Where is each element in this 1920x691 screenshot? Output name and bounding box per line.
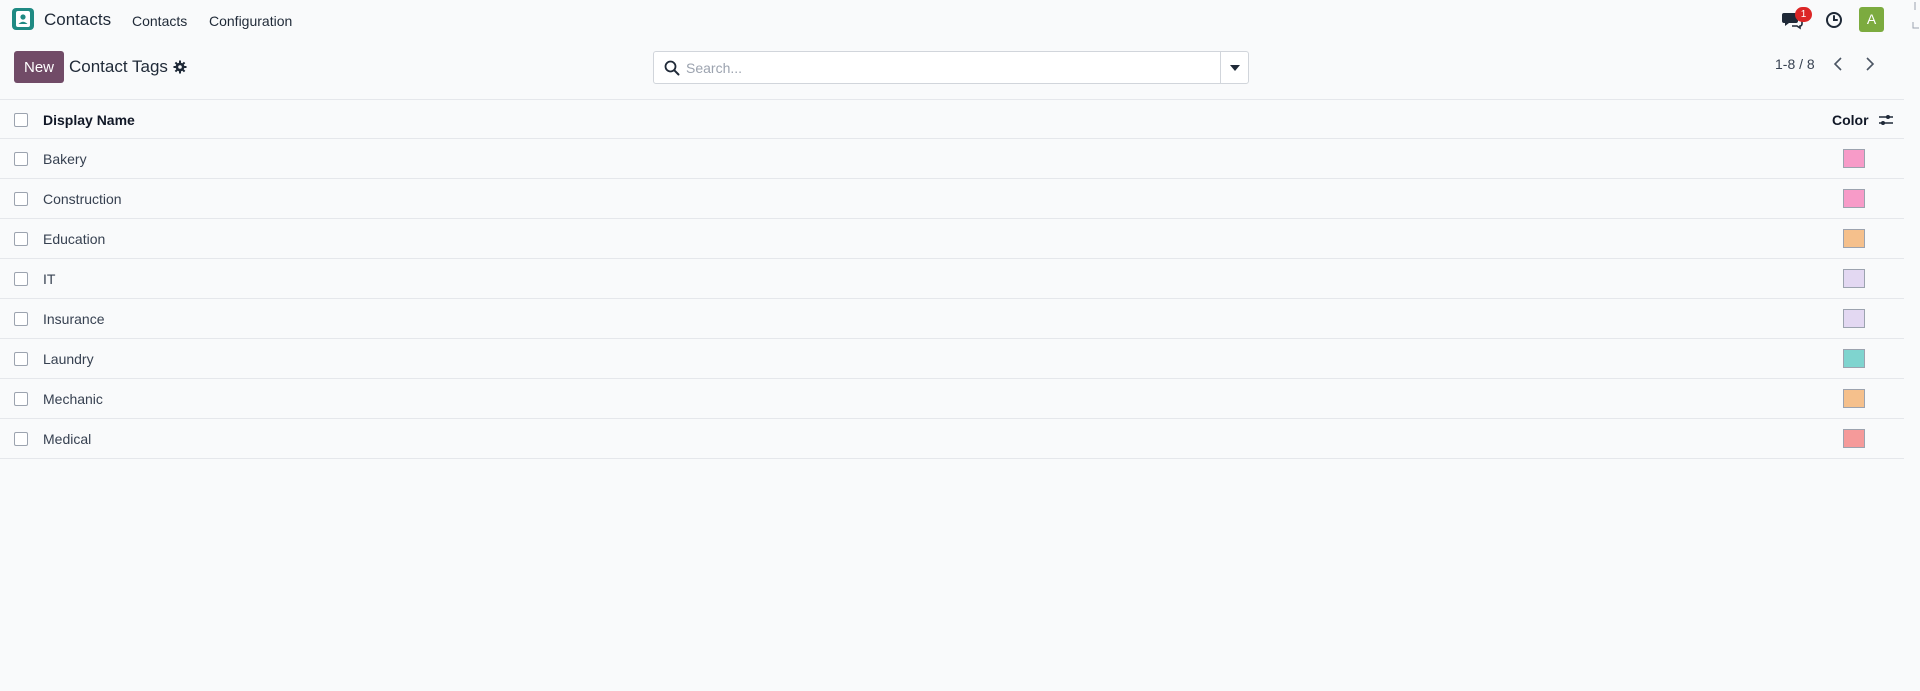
table-row[interactable]: Mechanic — [0, 379, 1904, 419]
menu-contacts[interactable]: Contacts — [132, 13, 187, 29]
list-header: Display Name Color — [0, 99, 1904, 139]
color-swatch[interactable] — [1843, 429, 1865, 448]
menu-configuration[interactable]: Configuration — [209, 13, 292, 29]
clock-icon[interactable] — [1825, 11, 1843, 29]
row-name[interactable]: Medical — [43, 431, 91, 447]
row-name[interactable]: Mechanic — [43, 391, 103, 407]
row-name[interactable]: Insurance — [43, 311, 104, 327]
column-display-name[interactable]: Display Name — [43, 112, 135, 128]
color-swatch[interactable] — [1843, 229, 1865, 248]
row-checkbox[interactable] — [14, 232, 28, 246]
table-row[interactable]: Bakery — [0, 139, 1904, 179]
row-checkbox[interactable] — [14, 152, 28, 166]
row-checkbox[interactable] — [14, 352, 28, 366]
color-swatch[interactable] — [1843, 309, 1865, 328]
table-row[interactable]: Medical — [0, 419, 1904, 459]
row-name[interactable]: Bakery — [43, 151, 87, 167]
row-checkbox[interactable] — [14, 312, 28, 326]
table-row[interactable]: Laundry — [0, 339, 1904, 379]
chevron-right-icon[interactable] — [1862, 55, 1878, 73]
pager-value[interactable]: 1-8 / 8 — [1775, 56, 1815, 72]
column-color[interactable]: Color — [1832, 112, 1869, 128]
row-checkbox[interactable] — [14, 272, 28, 286]
color-swatch[interactable] — [1843, 269, 1865, 288]
row-name[interactable]: Laundry — [43, 351, 94, 367]
table-row[interactable]: IT — [0, 259, 1904, 299]
contacts-app-icon[interactable] — [12, 8, 34, 30]
chat-badge: 1 — [1795, 7, 1812, 22]
app-name[interactable]: Contacts — [44, 10, 111, 30]
caret-down-icon[interactable] — [1220, 52, 1248, 83]
corner-decoration — [1905, 0, 1920, 30]
row-name[interactable]: IT — [43, 271, 55, 287]
search-bar — [653, 51, 1249, 84]
color-swatch[interactable] — [1843, 389, 1865, 408]
top-navbar: Contacts Contacts Configuration 1 A — [0, 0, 1920, 41]
user-avatar[interactable]: A — [1859, 7, 1884, 32]
table-row[interactable]: Insurance — [0, 299, 1904, 339]
gear-icon[interactable] — [173, 60, 187, 74]
tag-list: Display Name Color Bakery Construction E… — [0, 99, 1904, 459]
table-row[interactable]: Construction — [0, 179, 1904, 219]
row-checkbox[interactable] — [14, 392, 28, 406]
select-all-checkbox[interactable] — [14, 113, 28, 127]
search-icon — [664, 60, 680, 76]
page-title: Contact Tags — [69, 57, 168, 76]
table-row[interactable]: Education — [0, 219, 1904, 259]
color-swatch[interactable] — [1843, 149, 1865, 168]
chevron-left-icon[interactable] — [1830, 55, 1846, 73]
color-swatch[interactable] — [1843, 189, 1865, 208]
search-input[interactable] — [686, 57, 1206, 79]
row-checkbox[interactable] — [14, 432, 28, 446]
row-checkbox[interactable] — [14, 192, 28, 206]
optional-columns-icon[interactable] — [1878, 112, 1894, 128]
row-name[interactable]: Construction — [43, 191, 122, 207]
new-button[interactable]: New — [14, 51, 64, 83]
color-swatch[interactable] — [1843, 349, 1865, 368]
row-name[interactable]: Education — [43, 231, 105, 247]
